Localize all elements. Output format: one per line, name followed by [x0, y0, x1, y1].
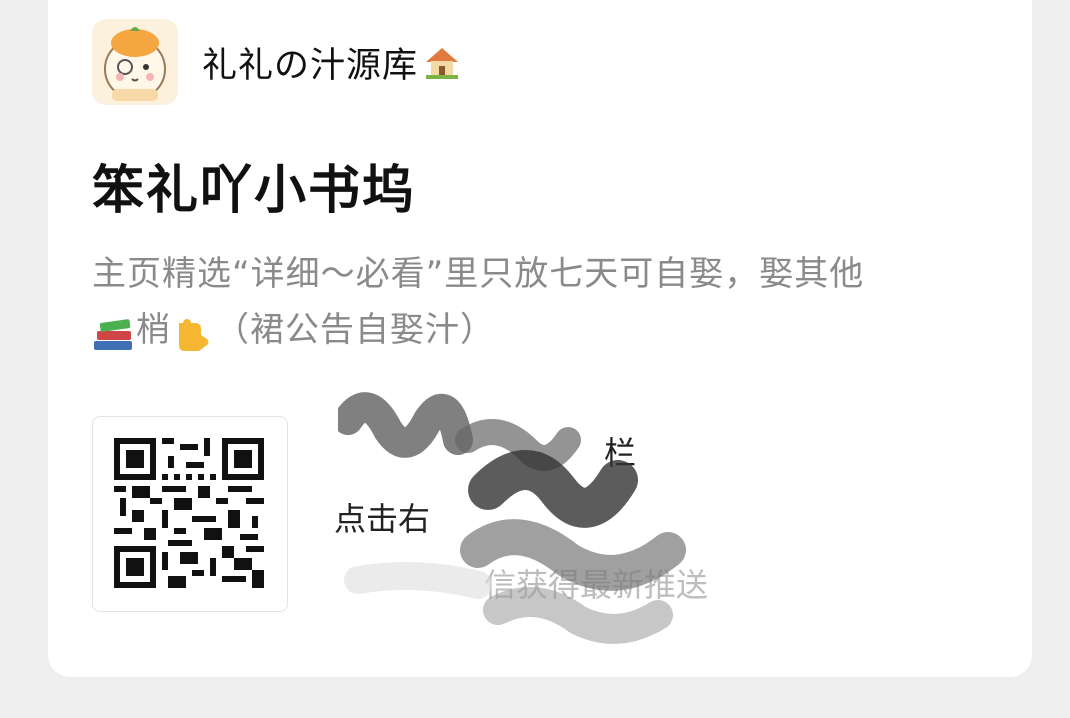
subscribe-info: 栏 点击右 信获得最新推送	[334, 420, 708, 618]
qr-code-icon	[114, 438, 264, 588]
account-name[interactable]: 礼礼の汁源库	[202, 37, 462, 88]
description-line-2-prefix: 梢	[136, 310, 171, 350]
description-line-2-suffix: （裙公告自娶汁）	[215, 310, 495, 350]
description-line-1: 主页精选“详细～必看”里只放七天可自娶，娶其他	[92, 254, 865, 294]
description-line-2: 梢 （裙公告自娶汁）	[92, 302, 992, 358]
info-line-1: 栏	[604, 434, 637, 472]
article-card: 礼礼の汁源库 笨礼吖小书坞 主页精选“详细～必看”里只放七天可自娶，娶其他 梢 …	[48, 0, 1032, 677]
info-line-3: 信获得最新推送	[484, 566, 709, 604]
account-header[interactable]: 礼礼の汁源库	[92, 18, 462, 106]
info-line-2: 点击右	[334, 500, 431, 538]
qr-code-frame[interactable]	[92, 416, 288, 612]
books-icon	[92, 314, 136, 350]
pointing-down-icon	[171, 314, 215, 351]
description: 主页精选“详细～必看”里只放七天可自娶，娶其他 梢 （裙公告自娶汁）	[92, 246, 992, 358]
house-icon	[422, 42, 462, 82]
account-name-text: 礼礼の汁源库	[202, 45, 419, 86]
cat-avatar-icon[interactable]	[92, 19, 178, 105]
page-title: 笨礼吖小书坞	[92, 161, 417, 221]
